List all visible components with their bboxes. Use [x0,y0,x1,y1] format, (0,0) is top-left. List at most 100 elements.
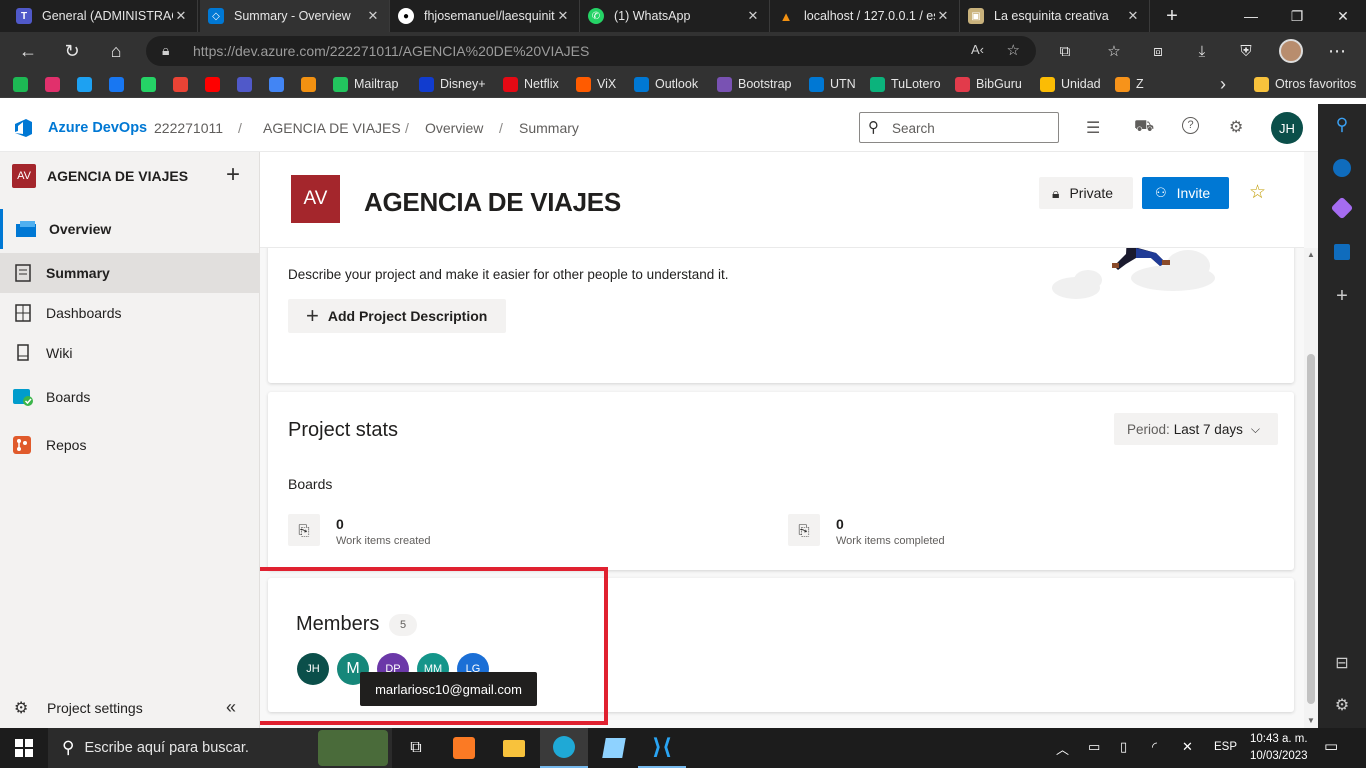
browser-tab[interactable]: ▣ La esquinita creativa ✕ [960,0,1150,32]
add-project-description-button[interactable]: + Add Project Description [288,299,506,333]
period-dropdown[interactable]: Period: Last 7 days ⌵ [1114,413,1278,445]
back-button[interactable]: ← [13,36,43,66]
nav-item-boards[interactable]: Boards [0,377,259,417]
bookmark-item[interactable] [237,74,258,94]
device-icon[interactable]: ▯ [1120,739,1127,755]
bookmark-item[interactable]: UTN [809,74,856,94]
private-button[interactable]: 🔒︎ Private [1039,177,1133,209]
bookmark-item[interactable]: Outlook [634,74,698,94]
bookmark-item[interactable] [269,74,290,94]
close-tab-icon[interactable]: ✕ [555,8,571,24]
bookmark-item[interactable] [13,74,34,94]
bing-chat-icon[interactable] [1330,156,1354,180]
profile-avatar[interactable] [1276,36,1306,66]
bookmark-item[interactable]: ViX [576,74,616,94]
more-bookmarks-chevron-icon[interactable]: › [1220,74,1226,94]
bookmark-item[interactable]: Mailtrap [333,74,398,94]
bookmark-item[interactable] [205,74,226,94]
language-indicator[interactable]: ESP [1214,741,1237,753]
close-tab-icon[interactable]: ✕ [745,8,761,24]
search-box[interactable]: ⚲ Search [859,112,1059,143]
outlook-icon[interactable] [1330,240,1354,264]
close-tab-icon[interactable]: ✕ [1125,8,1141,24]
show-hidden-icons-icon[interactable]: ︿ [1056,739,1069,758]
browser-tab[interactable]: ● fhjosemanuel/laesquinita ✕ [390,0,580,32]
bookmark-item[interactable] [77,74,98,94]
user-settings-icon[interactable]: ⚙︎ [1229,117,1243,137]
bookmark-item[interactable] [173,74,194,94]
favorites-icon[interactable]: ☆ [1099,36,1129,66]
notifications-icon[interactable]: ▭ [1324,737,1338,755]
bookmark-item[interactable] [109,74,130,94]
browser-tab[interactable]: ▲ localhost / 127.0.0.1 / es ✕ [770,0,960,32]
search-icon[interactable]: ⚲ [1330,113,1354,137]
bookmark-item[interactable]: Z [1115,74,1144,94]
user-avatar[interactable]: JH [1271,112,1303,144]
bookmark-item[interactable]: BibGuru [955,74,1022,94]
xampp-icon[interactable] [440,728,488,768]
browser-essentials-icon[interactable]: ⛨ [1231,36,1261,66]
home-button[interactable]: ⌂ [101,36,131,66]
nav-item-dashboards[interactable]: Dashboards [0,293,259,333]
minimize-button[interactable]: — [1228,0,1274,32]
breadcrumb-org[interactable]: 222271011 [154,120,223,136]
collapse-nav-icon[interactable]: « [226,697,236,718]
favorite-star-icon[interactable]: ☆ [1249,181,1266,204]
browser-tab[interactable]: ✆ (1) WhatsApp ✕ [580,0,770,32]
collections-icon[interactable]: ⧈ [1143,36,1173,66]
browser-tab-active[interactable]: ◇ Summary - Overview ✕ [200,0,390,32]
url-bar[interactable]: 🔒︎ https://dev.azure.com/222271011/AGENC… [146,36,1036,66]
taskbar-search-box[interactable]: ⚲ Escribe aquí para buscar. [48,728,392,768]
bookmark-item[interactable]: Disney+ [419,74,486,94]
project-settings-link[interactable]: ⚙︎ Project settings « [0,688,259,728]
close-tab-icon[interactable]: ✕ [935,8,951,24]
bookmark-item[interactable]: Unidad [1040,74,1101,94]
brand-link[interactable]: Azure DevOps [48,120,147,136]
file-explorer-icon[interactable] [490,728,538,768]
more-menu-icon[interactable]: ⋯ [1322,36,1352,66]
stat-label[interactable]: Work items completed [836,535,945,547]
wifi-icon[interactable]: ◜ [1152,739,1157,755]
new-tab-button[interactable]: + [1150,0,1194,32]
add-sidebar-app-icon[interactable]: + [1330,284,1354,308]
scrollbar-thumb[interactable] [1307,354,1315,704]
notepad-icon[interactable] [590,728,638,768]
clock-date[interactable]: 10/03/2023 [1250,750,1308,762]
add-icon[interactable]: + [226,160,240,190]
nav-item-overview[interactable]: Overview [0,209,259,249]
scroll-up-icon[interactable]: ▲ [1307,250,1315,259]
restore-button[interactable]: ❐ [1274,0,1320,32]
marketplace-bag-icon[interactable]: ⛟ [1134,117,1154,137]
volume-muted-icon[interactable]: ✕ [1182,739,1193,755]
clock-time[interactable]: 10:43 a. m. [1250,733,1308,745]
other-favorites-folder[interactable]: Otros favoritos [1254,74,1356,94]
breadcrumb-project[interactable]: AGENCIA DE VIAJES [263,120,401,136]
bookmark-item[interactable] [45,74,66,94]
bookmark-item[interactable]: Bootstrap [717,74,792,94]
breadcrumb-summary[interactable]: Summary [519,120,579,136]
task-view-icon[interactable]: ⧉ [392,728,440,768]
add-favorite-icon[interactable]: ☆ [1007,41,1020,59]
lock-icon[interactable]: 🔒︎ [162,42,169,59]
read-aloud-icon[interactable]: A‹ [971,42,984,57]
settings-icon[interactable]: ⚙︎ [1330,693,1354,717]
stat-label[interactable]: Work items created [336,535,431,547]
browser-tab[interactable]: T General (ADMINISTRACIÓ ✕ [8,0,198,32]
azure-devops-logo-icon[interactable] [13,117,35,139]
bookmark-item[interactable] [141,74,162,94]
nav-item-repos[interactable]: Repos [0,425,259,465]
downloads-icon[interactable]: ⤓ [1187,36,1217,66]
windows-start-icon[interactable] [0,728,48,768]
invite-button[interactable]: ⚇ Invite [1142,177,1229,209]
nav-item-summary[interactable]: Summary [0,253,259,293]
scroll-down-icon[interactable]: ▼ [1307,716,1315,725]
help-icon[interactable]: ? [1182,117,1199,134]
extensions-icon[interactable]: ⧉ [1050,36,1080,66]
hide-sidebar-icon[interactable]: ⊟ [1330,651,1354,675]
task-list-icon[interactable]: ☰ [1086,118,1100,138]
bookmark-item[interactable]: Netflix [503,74,559,94]
close-tab-icon[interactable]: ✕ [365,8,381,24]
close-window-button[interactable]: ✕ [1320,0,1366,32]
close-tab-icon[interactable]: ✕ [173,8,189,24]
shopping-icon[interactable] [1330,196,1354,220]
